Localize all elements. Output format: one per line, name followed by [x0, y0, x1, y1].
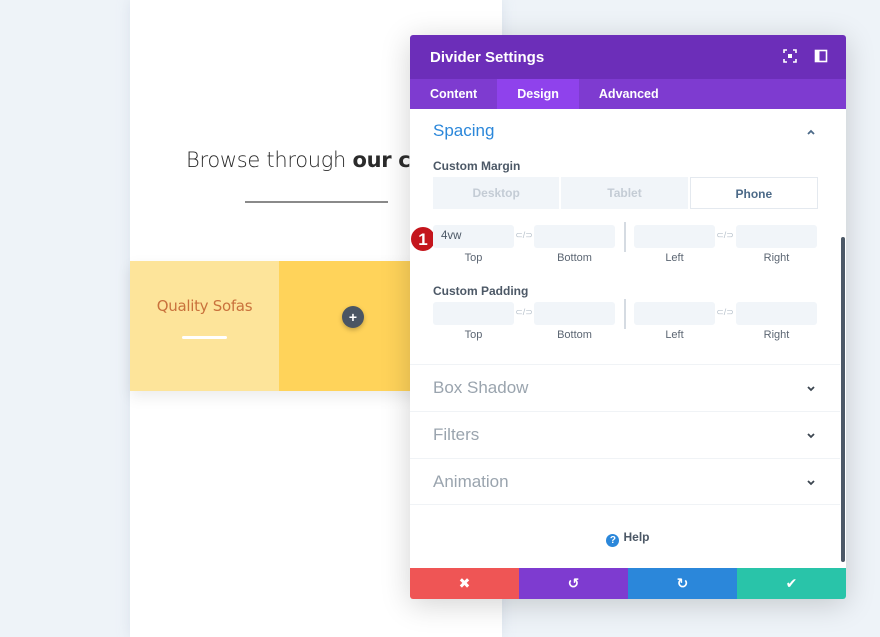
help-link[interactable]: ? Help: [410, 530, 846, 547]
modal-tabs: Content Design Advanced: [410, 79, 846, 109]
undo-button[interactable]: ↺: [519, 568, 628, 599]
margin-right-input[interactable]: [736, 225, 817, 248]
close-icon: ✖: [458, 575, 471, 591]
margin-bottom-input[interactable]: [534, 225, 615, 248]
add-module-button[interactable]: +: [342, 306, 364, 328]
redo-icon: ↻: [676, 575, 689, 591]
tab-content[interactable]: Content: [410, 79, 497, 109]
section-title: Box Shadow: [433, 378, 529, 397]
chevron-up-icon[interactable]: [806, 127, 816, 137]
modal-header[interactable]: Divider Settings: [410, 35, 846, 79]
modal-title: Divider Settings: [430, 48, 545, 66]
modal-footer: ✖ ↺ ↻ ✔: [410, 568, 846, 599]
expand-icon[interactable]: [783, 49, 797, 63]
chevron-down-icon[interactable]: [806, 431, 816, 441]
spacing-section-title[interactable]: Spacing: [433, 121, 494, 141]
tab-advanced[interactable]: Advanced: [579, 79, 679, 109]
margin-top-label: Top: [464, 252, 483, 264]
check-icon: ✔: [785, 575, 798, 591]
divider-settings-modal: Divider Settings Content Design Advanced…: [410, 35, 846, 599]
card-divider: [182, 336, 227, 339]
redo-button[interactable]: ↻: [628, 568, 737, 599]
section-title: Filters: [433, 425, 480, 444]
modal-body: Spacing Custom Margin Desktop Tablet Pho…: [410, 109, 846, 568]
custom-padding-label: Custom Padding: [433, 284, 529, 298]
scrollbar[interactable]: [841, 237, 845, 562]
tab-design[interactable]: Design: [497, 79, 579, 109]
padding-bottom-input[interactable]: [534, 302, 615, 325]
sidebar-layout-icon[interactable]: [814, 49, 828, 63]
card-row: Quality Sofas +: [130, 261, 430, 391]
section-box-shadow[interactable]: Box Shadow: [410, 364, 840, 411]
chevron-down-icon[interactable]: [806, 478, 816, 488]
section-filters[interactable]: Filters: [410, 411, 840, 458]
link-icon[interactable]: ⊂/⊃: [515, 307, 533, 318]
device-tabs: Desktop Tablet Phone: [433, 177, 818, 209]
card-empty[interactable]: +: [279, 261, 430, 391]
link-icon[interactable]: ⊂/⊃: [515, 230, 533, 241]
padding-left-label: Left: [665, 329, 684, 341]
padding-top-label: Top: [464, 329, 483, 341]
padding-left-input[interactable]: [634, 302, 715, 325]
separator: [624, 222, 626, 252]
section-title: Animation: [433, 472, 509, 491]
heading-light-text: Browse through: [186, 148, 353, 172]
divider-module[interactable]: [245, 201, 388, 203]
help-icon: ?: [606, 534, 620, 547]
card-title: Quality Sofas: [156, 297, 253, 315]
padding-right-label: Right: [763, 329, 790, 341]
margin-left-input[interactable]: [634, 225, 715, 248]
help-label: Help: [623, 530, 650, 544]
cancel-button[interactable]: ✖: [410, 568, 519, 599]
device-tab-tablet[interactable]: Tablet: [561, 177, 688, 209]
card-quality-sofas[interactable]: Quality Sofas: [130, 261, 279, 391]
custom-margin-label: Custom Margin: [433, 159, 521, 173]
margin-left-label: Left: [665, 252, 684, 264]
device-tab-phone[interactable]: Phone: [689, 177, 818, 209]
link-icon[interactable]: ⊂/⊃: [716, 307, 734, 318]
link-icon[interactable]: ⊂/⊃: [716, 230, 734, 241]
padding-right-input[interactable]: [736, 302, 817, 325]
device-tab-desktop[interactable]: Desktop: [433, 177, 560, 209]
undo-icon: ↺: [567, 575, 580, 591]
padding-bottom-label: Bottom: [557, 329, 592, 341]
chevron-down-icon[interactable]: [806, 384, 816, 394]
margin-right-label: Right: [763, 252, 790, 264]
separator: [624, 299, 626, 329]
margin-bottom-label: Bottom: [557, 252, 592, 264]
save-button[interactable]: ✔: [737, 568, 846, 599]
margin-top-input[interactable]: 4vw: [433, 225, 514, 248]
section-animation[interactable]: Animation: [410, 458, 840, 505]
padding-top-input[interactable]: [433, 302, 514, 325]
